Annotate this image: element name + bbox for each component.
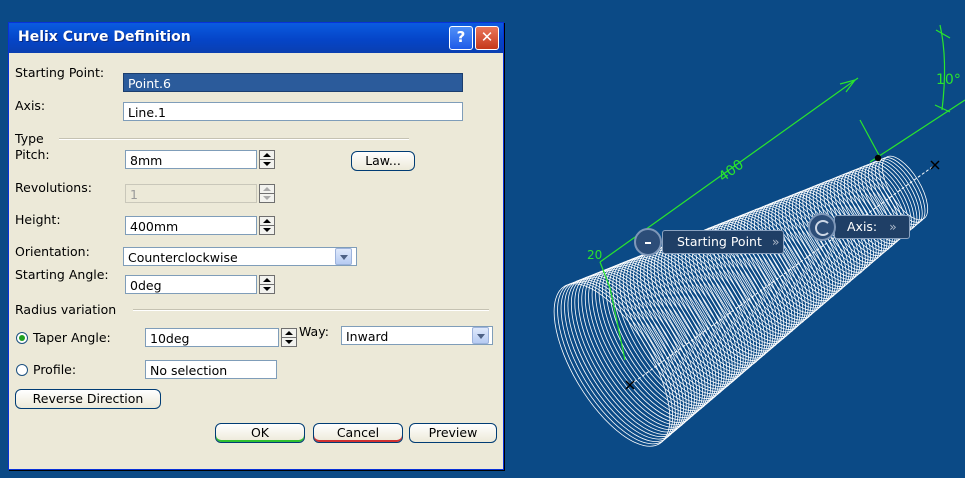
chevron-down-icon[interactable] [335,248,352,265]
axis-tag-label: Axis: [847,219,878,234]
close-icon[interactable]: ✕ [475,26,499,50]
starting-point-field[interactable]: Point.6 [123,73,463,92]
revolutions-field[interactable]: 1 [125,184,257,203]
helix-turn [588,269,698,423]
axis-label: Axis: [15,98,46,113]
taper-angle-stepper[interactable] [281,328,297,347]
taper-angle-field[interactable]: 10deg [145,328,279,347]
chevron-down-icon[interactable] [472,327,489,344]
type-group-line [59,138,409,140]
starting-angle-stepper[interactable] [259,275,275,294]
radius-variation-heading: Radius variation [15,302,117,317]
height-stepper[interactable] [259,216,275,235]
axis-field[interactable]: Line.1 [123,102,463,121]
preview-button[interactable]: Preview [409,423,497,443]
dimension-lines [599,24,965,361]
helix-curve [553,155,929,447]
profile-radio[interactable] [16,364,28,376]
law-button[interactable]: Law... [351,151,415,171]
reverse-direction-button[interactable]: Reverse Direction [15,389,161,409]
pitch-field[interactable]: 8mm [125,150,257,169]
helix-turn [584,271,695,426]
starting-point-label: Starting Point: [15,65,105,80]
help-icon[interactable]: ? [449,26,473,50]
dialog-title: Helix Curve Definition [18,29,191,45]
dim-angle-label: 10° [936,72,961,88]
starting-point-icon [634,228,662,256]
height-label: Height: [15,212,61,227]
taper-angle-radio[interactable] [16,332,28,344]
starting-point-tag[interactable]: Starting Point » [662,230,784,254]
height-field[interactable]: 400mm [125,216,257,235]
profile-field[interactable]: No selection [145,360,277,379]
dim-small-label: 20 [587,248,603,262]
revolutions-label: Revolutions: [15,180,92,195]
revolutions-stepper[interactable] [259,184,275,203]
orientation-select[interactable]: Counterclockwise [123,247,357,266]
profile-label: Profile: [33,362,77,377]
helix-curve-dialog: Helix Curve Definition ? ✕ Starting Poin… [8,22,504,470]
way-label: Way: [299,324,329,339]
ok-button[interactable]: OK [215,423,305,443]
chevron-right-icon: » [889,219,897,234]
chevron-right-icon: » [771,234,780,249]
axis-rotate-icon [808,213,836,241]
orientation-label: Orientation: [15,244,90,259]
starting-angle-label: Starting Angle: [15,267,109,282]
axis-tag[interactable]: Axis: » [834,215,910,239]
cancel-button[interactable]: Cancel [313,423,403,443]
radius-variation-group-line [133,309,489,311]
starting-point-tag-label: Starting Point [677,234,762,249]
taper-angle-label: Taper Angle: [33,330,111,345]
starting-angle-field[interactable]: 0deg [125,275,257,294]
type-group-heading: Type [15,131,44,146]
way-select[interactable]: Inward [341,326,493,345]
pitch-stepper[interactable] [259,150,275,169]
pitch-label: Pitch: [15,147,50,162]
title-bar[interactable]: Helix Curve Definition ? ✕ [9,23,503,53]
